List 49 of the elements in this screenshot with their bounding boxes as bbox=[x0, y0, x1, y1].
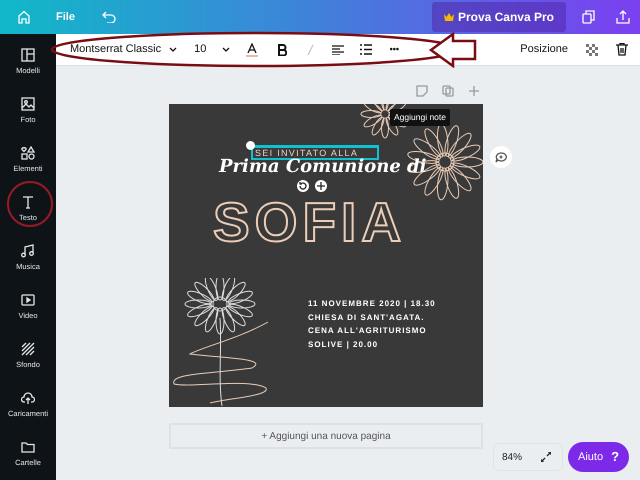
event-detail: 11 NOVEMBRE 2020 | 18.30 bbox=[308, 298, 436, 310]
fullscreen-button[interactable] bbox=[538, 449, 554, 465]
plus-icon bbox=[469, 86, 479, 96]
more-button[interactable]: ••• bbox=[382, 38, 406, 62]
move-handle[interactable] bbox=[315, 180, 327, 192]
music-note-icon bbox=[21, 244, 35, 258]
video-icon bbox=[21, 293, 35, 308]
comment-button[interactable] bbox=[490, 146, 512, 168]
event-detail: SOLIVE | 20.00 bbox=[308, 338, 380, 351]
image-icon bbox=[21, 97, 35, 112]
bold-icon bbox=[277, 44, 288, 56]
home-icon bbox=[17, 10, 31, 24]
folder-icon bbox=[21, 440, 35, 454]
event-detail: CENA ALL'AGRITURISMO bbox=[308, 325, 428, 337]
upload-icon bbox=[616, 10, 630, 24]
caret-icon bbox=[169, 47, 178, 52]
layout-icon bbox=[21, 48, 35, 62]
shapes-icon bbox=[21, 146, 35, 160]
event-detail: CHIESA DI SANT'AGATA. bbox=[308, 312, 426, 324]
list-icon bbox=[360, 44, 372, 55]
position-button[interactable]: Posizione bbox=[520, 38, 568, 62]
help-button[interactable]: Aiuto ? bbox=[568, 442, 629, 472]
checkerboard-icon bbox=[586, 44, 598, 56]
zoom-level: 84% bbox=[502, 450, 522, 464]
pro-trial-button[interactable]: Prova Canva Pro bbox=[432, 2, 566, 32]
add-page-button[interactable]: + Aggiungi una nuova pagina bbox=[169, 423, 483, 449]
cloud-upload-icon bbox=[21, 391, 35, 406]
copy-icon bbox=[582, 10, 596, 24]
resize-handle[interactable] bbox=[246, 141, 255, 150]
rotate-handle[interactable] bbox=[297, 180, 309, 192]
font-size-dropdown[interactable]: 10 bbox=[194, 38, 230, 62]
annotation-circle bbox=[6, 180, 54, 228]
copy-icon bbox=[442, 85, 454, 97]
comment-icon bbox=[495, 152, 507, 162]
move-icon bbox=[317, 182, 325, 190]
undo-icon bbox=[102, 11, 116, 23]
name-heading: SOFIA bbox=[213, 192, 406, 252]
align-left-icon bbox=[332, 44, 344, 54]
text-icon bbox=[21, 195, 35, 210]
letter-a-icon bbox=[246, 42, 258, 56]
font-dropdown[interactable]: Montserrat Classic bbox=[70, 38, 178, 62]
caret-icon bbox=[222, 47, 230, 52]
tooltip: Aggiungi note bbox=[390, 109, 450, 126]
crown-icon bbox=[444, 13, 454, 21]
expand-arrows-icon bbox=[541, 452, 551, 462]
italic-icon bbox=[306, 44, 314, 56]
trash-icon bbox=[616, 43, 628, 56]
rotate-icon bbox=[299, 182, 307, 190]
note-icon bbox=[416, 85, 428, 97]
